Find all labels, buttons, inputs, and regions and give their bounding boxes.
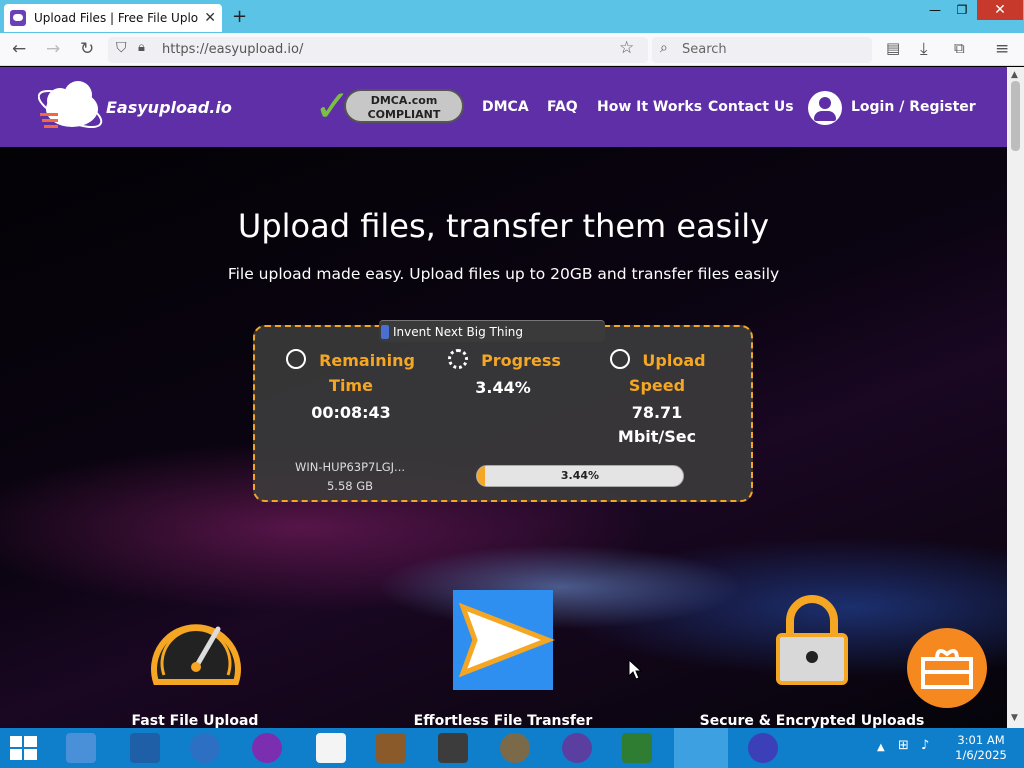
site-favicon-icon bbox=[10, 10, 26, 26]
browser-toolbar: ← → ↻ ⛉ 🔒︎ https://easyupload.io/ ☆ ⌕ Se… bbox=[0, 33, 1024, 66]
scroll-down-icon[interactable]: ▼ bbox=[1011, 713, 1018, 723]
hero-title: Upload files, transfer them easily bbox=[237, 207, 770, 245]
login-register-link[interactable]: Login / Register bbox=[851, 99, 976, 115]
remaining-time-label-1: Remaining bbox=[319, 351, 415, 370]
search-placeholder[interactable]: Search bbox=[682, 42, 727, 57]
feature-secure-uploads: Secure & Encrypted Uploads bbox=[699, 713, 925, 728]
stopwatch-icon bbox=[610, 349, 630, 369]
menu-icon[interactable]: ≡ bbox=[995, 39, 1009, 59]
site-header: Easyupload.io DMCA.com COMPLIANT ✓ DMCA … bbox=[0, 67, 1007, 147]
remaining-time-value: 00:08:43 bbox=[311, 403, 391, 422]
web-page: Easyupload.io DMCA.com COMPLIANT ✓ DMCA … bbox=[0, 67, 1007, 728]
upload-speed-label-1: Upload bbox=[642, 351, 706, 370]
document-icon[interactable] bbox=[316, 733, 346, 763]
minimize-button[interactable]: — bbox=[922, 0, 948, 20]
page-scrollbar[interactable]: ▲ ▼ bbox=[1007, 67, 1024, 728]
nav-how-it-works[interactable]: How It Works bbox=[597, 99, 702, 115]
send-arrow-icon bbox=[453, 590, 555, 690]
upload-speed-unit: Mbit/Sec bbox=[617, 427, 697, 446]
dmca-badge-text: DMCA.com COMPLIANT bbox=[344, 89, 464, 123]
gift-icon bbox=[921, 648, 973, 689]
volume-icon[interactable]: ♪ bbox=[921, 738, 929, 753]
clock[interactable]: 3:01 AM 1/6/2025 bbox=[950, 733, 1012, 763]
clock-date: 1/6/2025 bbox=[955, 748, 1007, 762]
image-viewer-icon[interactable] bbox=[438, 733, 468, 763]
nav-contact-us[interactable]: Contact Us bbox=[708, 99, 794, 115]
close-window-button[interactable]: ✕ bbox=[977, 0, 1023, 20]
upload-speed-value: 78.71 bbox=[631, 403, 683, 422]
user-avatar-icon[interactable] bbox=[808, 91, 842, 125]
clock-time: 3:01 AM bbox=[957, 733, 1005, 747]
browser-titlebar: Upload Files | Free File Upload a ✕ + — … bbox=[0, 0, 1024, 33]
new-tab-button[interactable]: + bbox=[232, 6, 247, 27]
nav-dmca[interactable]: DMCA bbox=[482, 99, 529, 115]
browser-tab[interactable]: Upload Files | Free File Upload a ✕ bbox=[4, 4, 222, 32]
progress-value: 3.44% bbox=[475, 378, 531, 397]
padlock-icon bbox=[776, 595, 848, 685]
gimp-icon[interactable] bbox=[500, 733, 530, 763]
system-monitor-icon[interactable] bbox=[622, 733, 652, 763]
scroll-up-icon[interactable]: ▲ bbox=[1011, 70, 1018, 80]
cloud-logo-icon[interactable] bbox=[38, 79, 108, 135]
remaining-time-label-2: Time bbox=[329, 376, 373, 395]
search-icon: ⌕ bbox=[660, 40, 668, 56]
browser-app-icon[interactable] bbox=[748, 733, 778, 763]
dmca-badge[interactable]: DMCA.com COMPLIANT ✓ bbox=[314, 85, 470, 129]
virus-app-icon[interactable] bbox=[562, 733, 592, 763]
tab-close-icon[interactable]: ✕ bbox=[204, 10, 216, 26]
file-info: WIN-HUP63P7LGJ... 5.58 GB bbox=[280, 458, 420, 496]
progress-label: Progress bbox=[481, 351, 561, 370]
feature-effortless-transfer: Effortless File Transfer bbox=[413, 713, 593, 728]
scrollbar-thumb[interactable] bbox=[1011, 81, 1020, 151]
progress-bar-text: 3.44% bbox=[560, 469, 600, 482]
forward-arrow-icon[interactable]: → bbox=[46, 39, 60, 59]
reload-icon[interactable]: ↻ bbox=[80, 39, 94, 59]
tooltip-banner: Invent Next Big Thing bbox=[379, 320, 605, 342]
bookmark-star-icon[interactable]: ☆ bbox=[619, 38, 634, 58]
lock-icon[interactable]: 🔒︎ bbox=[138, 40, 145, 55]
progress-ring-icon bbox=[448, 349, 468, 369]
site-logo-text[interactable]: Easyupload.io bbox=[106, 98, 232, 117]
file-name: WIN-HUP63P7LGJ... bbox=[294, 460, 406, 474]
sync-app-icon[interactable] bbox=[190, 733, 220, 763]
checkmark-icon: ✓ bbox=[314, 81, 351, 132]
mouse-cursor-icon bbox=[628, 659, 642, 680]
nav-faq[interactable]: FAQ bbox=[547, 99, 578, 115]
hero-subtitle: File upload made easy. Upload files up t… bbox=[227, 265, 780, 283]
speedometer-icon bbox=[151, 624, 241, 685]
active-app-highlight[interactable] bbox=[674, 728, 728, 768]
tab-title: Upload Files | Free File Upload a bbox=[34, 11, 199, 25]
progress-bar: 3.44% bbox=[476, 465, 684, 487]
gift-button[interactable] bbox=[907, 628, 987, 708]
extensions-icon[interactable]: ⧉ bbox=[954, 39, 965, 57]
url-text[interactable]: https://easyupload.io/ bbox=[162, 42, 303, 57]
upload-speed-label-2: Speed bbox=[628, 376, 686, 395]
tray-expand-icon[interactable]: ▲ bbox=[877, 740, 885, 755]
server-manager-icon[interactable] bbox=[66, 733, 96, 763]
downloads-icon[interactable]: ⤓ bbox=[920, 39, 928, 59]
windows-taskbar: ▲ ⊞ ♪ 3:01 AM 1/6/2025 bbox=[0, 728, 1024, 768]
windows-start-icon[interactable] bbox=[10, 736, 38, 762]
network-icon[interactable]: ⊞ bbox=[898, 738, 909, 753]
restore-button[interactable]: ❐ bbox=[949, 0, 975, 20]
back-arrow-icon[interactable]: ← bbox=[12, 39, 26, 59]
reader-view-icon[interactable]: ▤ bbox=[886, 39, 900, 57]
shield-icon[interactable]: ⛉ bbox=[116, 40, 127, 56]
clock-icon bbox=[286, 349, 306, 369]
file-size: 5.58 GB bbox=[326, 479, 374, 493]
feature-fast-upload: Fast File Upload bbox=[131, 713, 259, 728]
powershell-icon[interactable] bbox=[130, 733, 160, 763]
archive-box-icon[interactable] bbox=[376, 733, 406, 763]
yahoo-icon[interactable] bbox=[252, 733, 282, 763]
